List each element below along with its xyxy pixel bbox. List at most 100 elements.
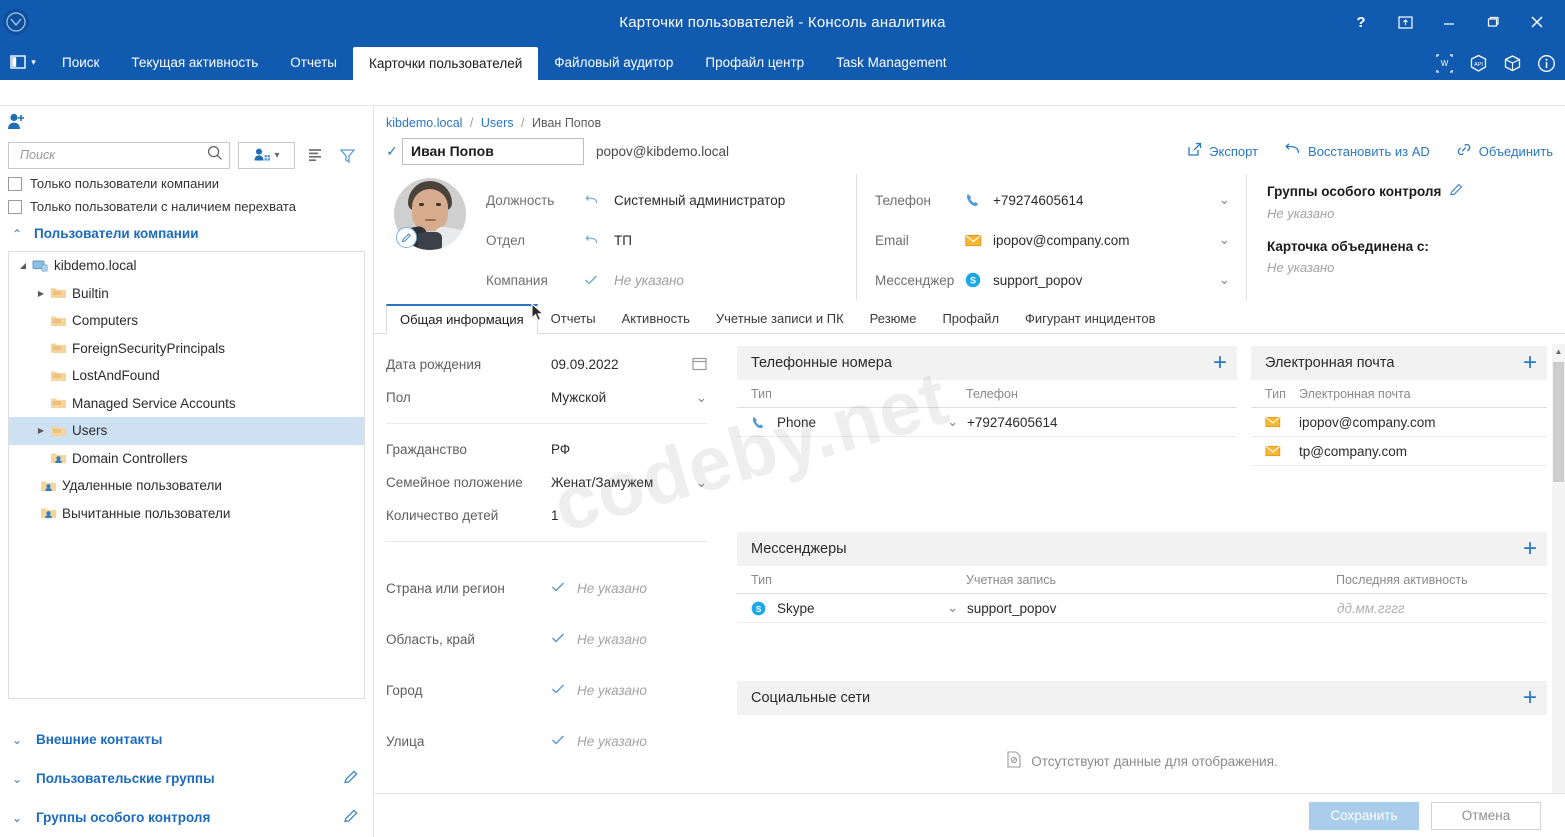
tab-general-info[interactable]: Общая информация [386, 304, 538, 334]
chevron-down-icon[interactable]: ⌄ [1219, 192, 1246, 208]
restore-from-ad-button[interactable]: Восстановить из AD [1284, 142, 1430, 160]
save-button[interactable]: Сохранить [1309, 802, 1419, 830]
search-input[interactable] [18, 147, 207, 163]
table-row[interactable]: tp@company.com [1251, 437, 1547, 466]
field-value[interactable]: Не указано [577, 734, 707, 749]
merge-button[interactable]: Объединить [1456, 142, 1553, 160]
tree-node-managed-service-accounts[interactable]: Managed Service Accounts [9, 390, 364, 418]
field-value[interactable]: Не указано [577, 581, 707, 596]
directory-tree[interactable]: ◢ kibdemo.local ▶ Builtin [8, 251, 365, 699]
close-button[interactable] [1515, 2, 1559, 42]
tree-node-computers[interactable]: Computers [9, 307, 364, 335]
field-value[interactable]: РФ [551, 442, 685, 457]
collapse-arrow-icon[interactable]: ▶ [33, 426, 49, 435]
checkbox-company-users[interactable] [8, 177, 22, 191]
tab-reports[interactable]: Отчеты [538, 304, 609, 333]
list-view-icon[interactable] [303, 142, 327, 168]
minimize-button[interactable] [1427, 2, 1471, 42]
edit-pencil-icon[interactable] [343, 808, 359, 827]
watermark-tool-icon[interactable]: W [1433, 48, 1455, 78]
attribute-value[interactable]: ТП [614, 233, 632, 248]
edit-pencil-icon[interactable] [1449, 182, 1464, 200]
tree-node-builtin[interactable]: ▶ Builtin [9, 280, 364, 308]
revert-icon[interactable] [584, 194, 614, 207]
edit-pencil-icon[interactable] [396, 227, 417, 248]
chevron-down-icon[interactable]: ⌄ [1219, 272, 1246, 288]
chevron-down-icon[interactable]: ⌄ [1219, 232, 1246, 248]
attribute-value[interactable]: Не указано [614, 273, 684, 288]
sidebar-section-special-control-groups[interactable]: ⌄ Группы особого контроля [0, 798, 373, 837]
tab-incident-participant[interactable]: Фигурант инцидентов [1012, 304, 1169, 333]
main-tab-file-auditor[interactable]: Файловый аудитор [538, 44, 689, 80]
window-pin-icon[interactable] [1383, 2, 1427, 42]
tree-node-users[interactable]: ▶ Users [9, 417, 364, 445]
maximize-button[interactable] [1471, 2, 1515, 42]
table-row[interactable]: S Skype ⌄ support_popov дд.мм.гггг [737, 594, 1547, 623]
edit-pencil-icon[interactable] [343, 769, 359, 788]
expand-arrow-icon[interactable]: ◢ [15, 261, 31, 270]
chevron-down-icon[interactable]: ⌄ [947, 600, 967, 616]
scroll-up-arrow-icon[interactable]: ▲ [1552, 344, 1565, 358]
main-tab-current-activity[interactable]: Текущая активность [115, 44, 274, 80]
filter-intercept-users-row[interactable]: Только пользователи с наличием перехвата [0, 195, 373, 218]
tree-node-domain-controllers[interactable]: Domain Controllers [9, 445, 364, 473]
attribute-value[interactable]: Системный администратор [614, 193, 785, 208]
contact-value[interactable]: ipopov@company.com [993, 233, 1130, 248]
search-icon[interactable] [207, 145, 223, 166]
field-value[interactable]: Женат/Замужем [551, 475, 685, 490]
plus-icon[interactable]: + [1523, 537, 1537, 561]
tree-node-deleted-users[interactable]: Удаленные пользователи [9, 472, 364, 500]
tree-node-foreignsecurityprincipals[interactable]: ForeignSecurityPrincipals [9, 335, 364, 363]
vertical-scrollbar[interactable]: ▲ [1552, 344, 1565, 793]
help-button[interactable]: ? [1339, 2, 1383, 42]
plus-icon[interactable]: + [1523, 351, 1537, 375]
tab-activity[interactable]: Активность [609, 304, 703, 333]
calendar-icon[interactable] [685, 356, 707, 374]
main-tab-reports[interactable]: Отчеты [274, 44, 353, 80]
contact-value[interactable]: +79274605614 [993, 193, 1083, 208]
table-row[interactable]: Phone ⌄ +79274605614 [737, 408, 1237, 437]
revert-icon[interactable] [584, 234, 614, 247]
user-group-filter-icon[interactable]: ▾ [238, 142, 295, 169]
funnel-filter-icon[interactable] [335, 142, 359, 168]
chevron-down-icon[interactable]: ⌄ [685, 475, 707, 491]
plus-icon[interactable]: + [1523, 686, 1537, 710]
breadcrumb-container[interactable]: Users [481, 116, 514, 130]
export-button[interactable]: Экспорт [1187, 142, 1258, 160]
checkbox-intercept-users[interactable] [8, 200, 22, 214]
company-users-section-header[interactable]: ⌃ Пользователи компании [0, 218, 373, 249]
filter-company-users-row[interactable]: Только пользователи компании [0, 172, 373, 195]
main-tab-profile-center[interactable]: Профайл центр [689, 44, 820, 80]
tab-profile[interactable]: Профайл [929, 304, 1012, 333]
field-value[interactable]: Мужской [551, 390, 685, 405]
add-user-icon[interactable] [6, 111, 28, 133]
field-value[interactable]: 1 [551, 508, 685, 523]
tab-accounts-and-pc[interactable]: Учетные записи и ПК [703, 304, 857, 333]
field-value[interactable]: 09.09.2022 [551, 357, 685, 372]
api-icon[interactable]: API [1467, 48, 1489, 78]
package-icon[interactable] [1501, 48, 1523, 78]
contact-value[interactable]: support_popov [993, 273, 1082, 288]
tree-node-kibdemo-local[interactable]: ◢ kibdemo.local [9, 252, 364, 280]
info-icon[interactable] [1535, 48, 1557, 78]
panel-layout-icon[interactable]: ▾ [0, 44, 46, 80]
chevron-down-icon[interactable]: ⌄ [947, 414, 967, 430]
search-box[interactable] [8, 142, 230, 169]
chevron-down-icon[interactable]: ⌄ [685, 390, 707, 406]
main-tab-task-management[interactable]: Task Management [820, 44, 962, 80]
table-row[interactable]: ipopov@company.com [1251, 408, 1547, 437]
breadcrumb-domain[interactable]: kibdemo.local [386, 116, 462, 130]
plus-icon[interactable]: + [1213, 351, 1227, 375]
tab-resume[interactable]: Резюме [857, 304, 930, 333]
collapse-arrow-icon[interactable]: ▶ [33, 289, 49, 298]
sidebar-section-external-contacts[interactable]: ⌄ Внешние контакты [0, 720, 373, 759]
tree-node-read-users[interactable]: Вычитанные пользователи [9, 500, 364, 528]
cancel-button[interactable]: Отмена [1431, 802, 1541, 830]
user-name-input[interactable] [402, 138, 584, 165]
main-tab-user-cards[interactable]: Карточки пользователей [353, 47, 538, 80]
field-value[interactable]: Не указано [577, 683, 707, 698]
field-value[interactable]: Не указано [577, 632, 707, 647]
tree-node-lostandfound[interactable]: LostAndFound [9, 362, 364, 390]
main-tab-poisk[interactable]: Поиск [46, 44, 115, 80]
sidebar-section-user-groups[interactable]: ⌄ Пользовательские группы [0, 759, 373, 798]
